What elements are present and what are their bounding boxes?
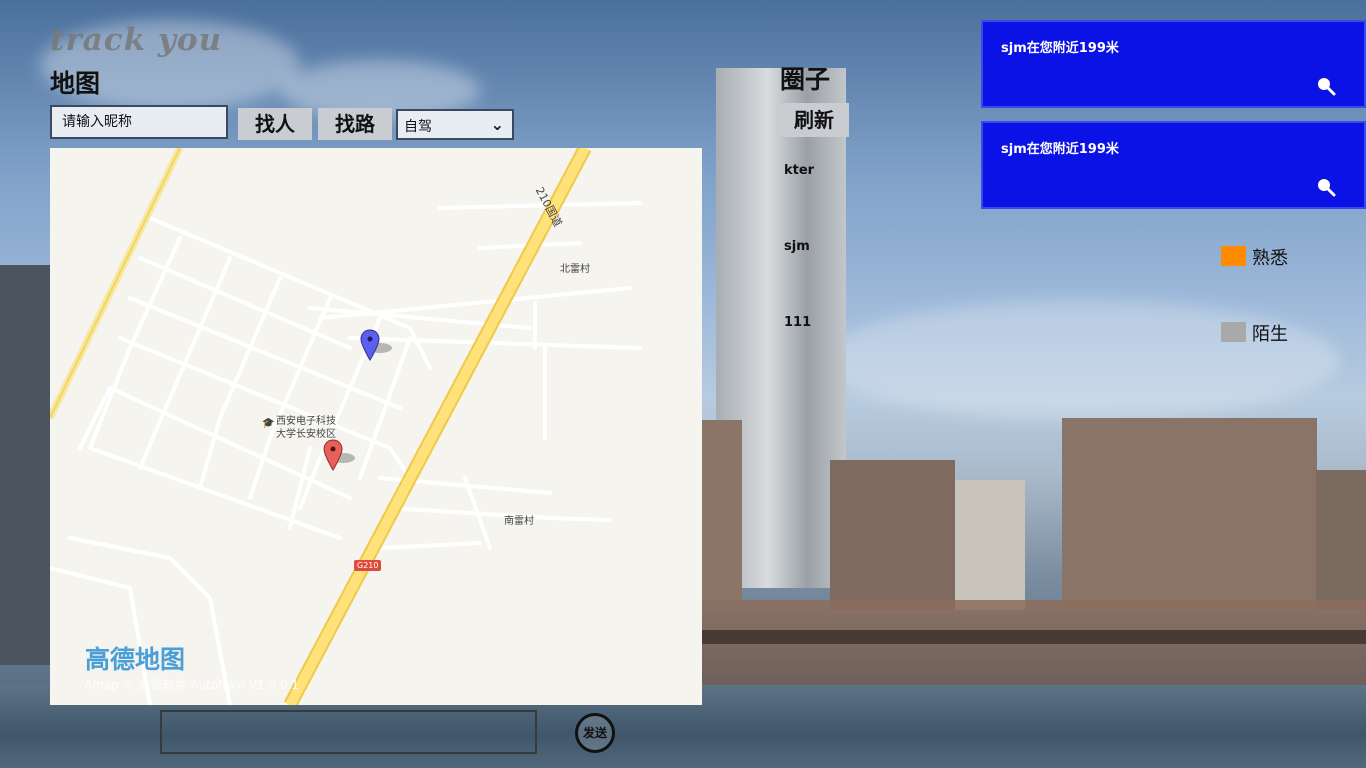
travel-mode-select[interactable]: 自驾 ⌄ [396,109,514,140]
map-section-label: 地图 [50,69,101,98]
travel-mode-value: 自驾 [404,119,432,135]
notification-text: sjm在您附近199米 [1001,142,1119,157]
legend-label-stranger: 陌生 [1252,324,1288,345]
app-title: track you [50,22,223,58]
legend-swatch-familiar [1221,246,1246,266]
search-icon[interactable] [1316,76,1336,96]
member-item[interactable]: 111 [784,315,811,330]
building [955,480,1025,610]
notification-card[interactable]: sjm在您附近199米 [981,20,1366,108]
search-icon[interactable] [1316,177,1336,197]
member-item[interactable]: sjm [784,239,810,254]
nickname-input[interactable]: 请输入昵称 [50,105,228,139]
red-marker-icon[interactable] [321,438,357,474]
notification-text: sjm在您附近199米 [1001,41,1119,56]
map-logo: 高德地图 [85,645,186,674]
map-view[interactable]: 北雷村 西安电子科技 大学长安校区 🎓 南雷村 G210 210国道 高德地图 … [50,148,702,705]
message-input[interactable] [160,710,537,754]
highway-shield: G210 [354,560,382,571]
skyline [702,600,1366,690]
map-copyright: Amap © 高德软件 AutoNavi V1.0.0.1 [84,678,299,692]
map-roads [50,148,642,705]
left-building [0,265,50,665]
notification-card[interactable]: sjm在您附近199米 [981,121,1366,209]
bridge [702,630,1366,644]
refresh-button[interactable]: 刷新 [779,103,849,137]
legend-label-familiar: 熟悉 [1252,248,1288,269]
find-route-button[interactable]: 找路 [318,108,392,140]
circle-title: 圈子 [780,65,831,94]
school-icon: 🎓 [262,418,275,429]
building [830,460,955,610]
find-person-button[interactable]: 找人 [238,108,312,140]
chevron-down-icon: ⌄ [490,115,504,134]
building [1062,418,1317,608]
member-item[interactable]: kter [784,163,814,178]
cloud [820,300,1340,420]
legend-swatch-stranger [1221,322,1246,342]
building [702,420,742,600]
building [1316,470,1366,610]
place-label: 南雷村 [504,516,534,527]
place-label: 北雷村 [560,264,590,275]
send-button[interactable]: 发送 [575,713,615,753]
blue-marker-icon[interactable] [358,328,394,364]
